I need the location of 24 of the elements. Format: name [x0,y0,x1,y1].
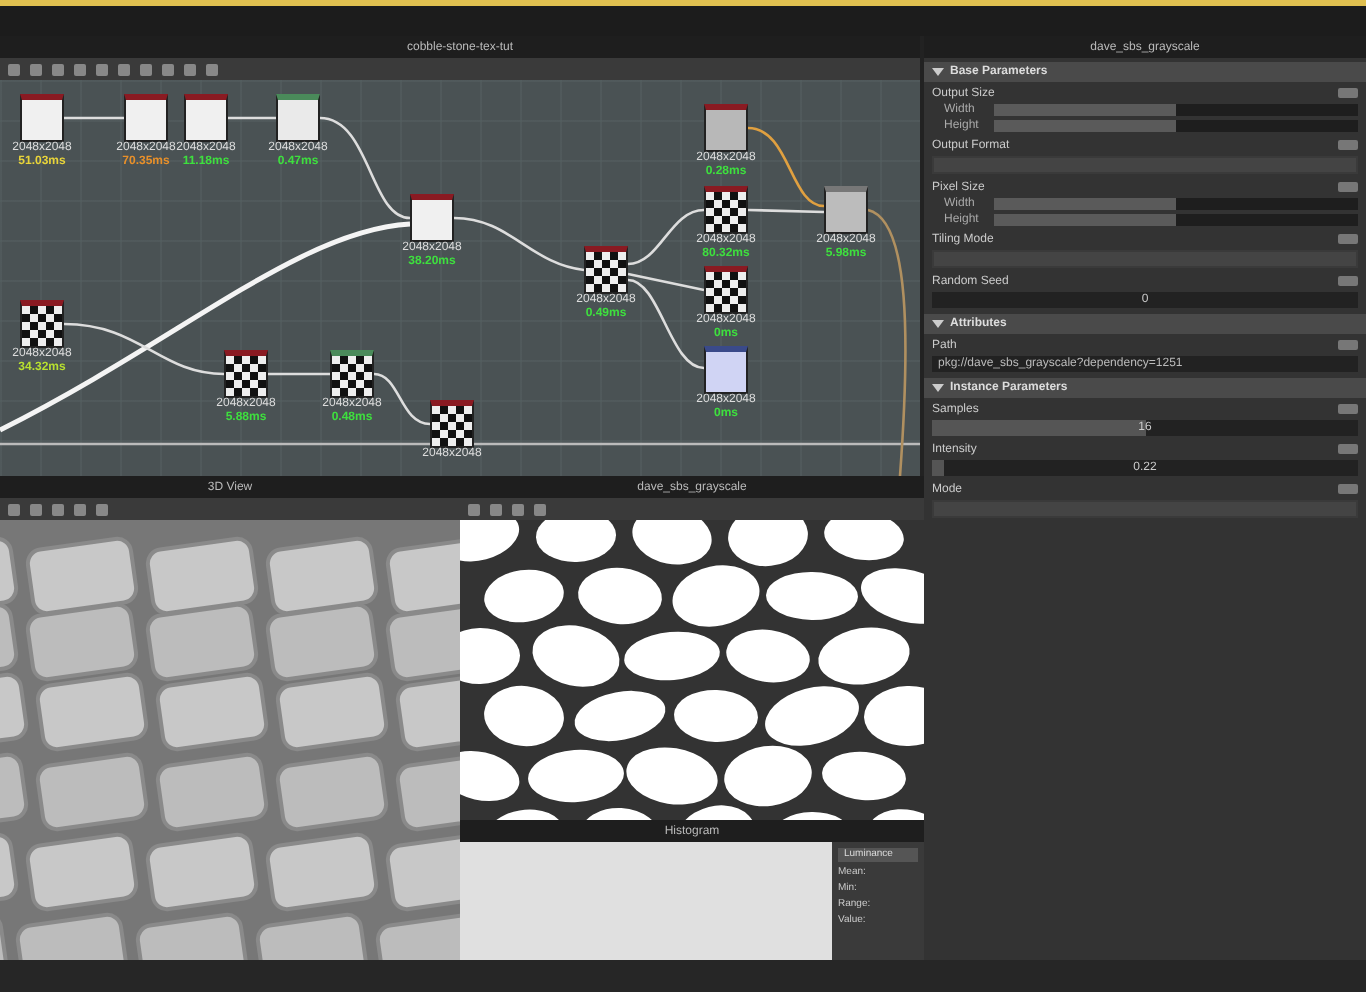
node-thumbnail[interactable] [704,104,748,152]
connection-wire [64,116,124,120]
node-thumbnail[interactable] [330,350,374,398]
slider-track[interactable] [994,214,1358,226]
node-thumbnail[interactable] [410,194,454,242]
node-thumbnail[interactable] [276,94,320,142]
node-thumbnail[interactable] [184,94,228,142]
node-thumbnail[interactable] [224,350,268,398]
node-thumbnail[interactable] [824,186,868,234]
node-thumbnail[interactable] [124,94,168,142]
node-thumbnail[interactable] [704,186,748,234]
slider-track[interactable] [994,104,1358,116]
slider-track[interactable] [994,198,1358,210]
caret-icon [932,68,944,76]
caret-icon [932,320,944,328]
node-thumbnail[interactable] [430,400,474,448]
slider-track[interactable] [994,120,1358,132]
node-thumbnail[interactable] [584,246,628,294]
node-thumbnail[interactable] [20,94,64,142]
node-thumbnail[interactable] [704,266,748,314]
connection-wire [228,116,276,120]
caret-icon [932,384,944,392]
node-thumbnail[interactable] [704,346,748,394]
node-thumbnail[interactable] [20,300,64,348]
